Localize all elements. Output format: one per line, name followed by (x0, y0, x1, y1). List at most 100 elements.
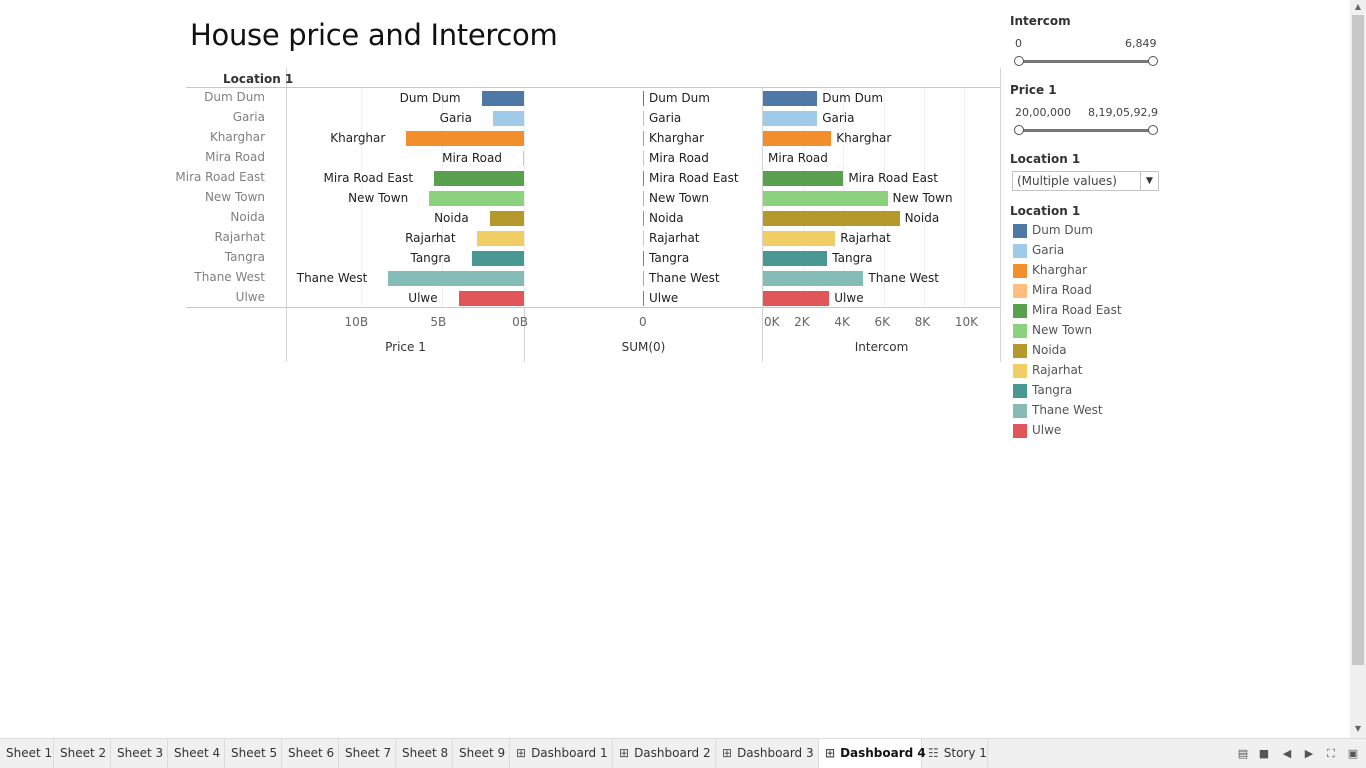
price-filter-max: 8,19,05,92,98 (1088, 106, 1159, 119)
data-label: New Town (348, 191, 409, 205)
bar (763, 91, 818, 106)
tab-sheet-2[interactable]: Sheet 2 (54, 739, 111, 768)
legend-swatch (1013, 304, 1027, 318)
data-label: Kharghar (649, 131, 705, 145)
tab-label: Sheet 9 (459, 746, 506, 760)
chevron-down-icon[interactable]: ▼ (1140, 172, 1158, 190)
price-slider-track[interactable] (1018, 129, 1154, 132)
tab-label: Sheet 2 (60, 746, 107, 760)
tab-sheet-6[interactable]: Sheet 6 (282, 739, 339, 768)
price-slider-max-handle[interactable] (1148, 125, 1158, 135)
legend-label: Rajarhat (1032, 363, 1083, 377)
tab-dashboard-4[interactable]: ⊞ Dashboard 4 (819, 739, 926, 768)
data-label: Garia (439, 111, 472, 125)
bar (763, 131, 832, 146)
bar (476, 231, 524, 246)
location-dropdown-value: (Multiple values) (1017, 174, 1117, 188)
bar (643, 231, 644, 246)
row-label: Tangra (224, 250, 265, 264)
tab-story-1[interactable]: ☷ Story 1 (922, 739, 988, 768)
price-slider-min-handle[interactable] (1014, 125, 1024, 135)
intercom-slider-min-handle[interactable] (1014, 56, 1024, 66)
tab-sheet-8[interactable]: Sheet 8 (396, 739, 453, 768)
bar (429, 191, 524, 206)
x-tick-label: 4K (834, 315, 850, 329)
tab-label: Sheet 4 (174, 746, 221, 760)
bar (471, 251, 524, 266)
show-tabs-icon[interactable]: ■ (1257, 747, 1271, 761)
tab-sheet-3[interactable]: Sheet 3 (111, 739, 168, 768)
legend-label: Kharghar (1032, 263, 1088, 277)
data-label: Thane West (296, 271, 368, 285)
tab-dashboard-2[interactable]: ⊞ Dashboard 2 (613, 739, 716, 768)
bar (763, 111, 818, 126)
legend-label: Ulwe (1032, 423, 1062, 437)
legend-swatch (1013, 324, 1027, 338)
intercom-filter-min: 0 (1015, 37, 1022, 50)
intercom-slider-track[interactable] (1018, 60, 1154, 63)
data-label: Tangra (649, 251, 690, 265)
legend-swatch (1013, 244, 1027, 258)
next-sheet-icon[interactable]: ▶ (1302, 747, 1316, 761)
bar (388, 271, 524, 286)
row-header-title: Location 1 (223, 72, 294, 86)
legend-label: Garia (1032, 243, 1065, 257)
bar (763, 291, 830, 306)
data-label: New Town (649, 191, 710, 205)
tab-label: Dashboard 4 (840, 746, 926, 760)
tab-sheet-9[interactable]: Sheet 9 (453, 739, 510, 768)
bar (406, 131, 524, 146)
dashboard-icon: ⊞ (722, 746, 733, 760)
row-label: Garia (232, 110, 265, 124)
intercom-slider-max-handle[interactable] (1148, 56, 1158, 66)
x-tick-label: 6K (874, 315, 891, 329)
legend-label: Mira Road East (1032, 303, 1122, 317)
legend-swatch (1013, 344, 1027, 358)
data-label: Noida (649, 211, 684, 225)
legend-title: Location 1 (1010, 204, 1081, 218)
data-label: Noida (434, 211, 469, 225)
legend-label: New Town (1032, 323, 1093, 337)
data-label: Ulwe (834, 291, 864, 305)
axis-title-intercom: Intercom (854, 340, 909, 354)
bar (763, 191, 888, 206)
legend-label: Noida (1032, 343, 1067, 357)
data-label: Kharghar (330, 131, 386, 145)
row-label: Kharghar (209, 130, 265, 144)
tab-sheet-7[interactable]: Sheet 7 (339, 739, 396, 768)
fullscreen-icon[interactable]: ⛶ (1324, 747, 1338, 761)
location-dropdown[interactable]: (Multiple values) ▼ (1012, 171, 1159, 191)
data-label: Thane West (649, 271, 720, 285)
x-tick-label: 10B (344, 315, 369, 329)
bar (763, 271, 864, 286)
tab-sheet-1[interactable]: Sheet 1 (0, 739, 54, 768)
scrollbar-thumb[interactable] (1352, 15, 1364, 665)
bar (643, 251, 644, 266)
bar (523, 151, 524, 166)
data-label: Garia (649, 111, 682, 125)
price-filter-min: 20,00,000 (1015, 106, 1071, 119)
gridline (963, 88, 965, 307)
show-filmstrip-icon[interactable]: ▤ (1236, 747, 1250, 761)
legend-label: Thane West (1032, 403, 1103, 417)
data-label: Mira Road (442, 151, 502, 165)
scroll-up-icon[interactable]: ▲ (1350, 0, 1366, 14)
dashboard-icon: ⊞ (825, 746, 836, 760)
tab-dashboard-1[interactable]: ⊞ Dashboard 1 (510, 739, 613, 768)
data-label: Noida (904, 211, 940, 225)
tab-sheet-4[interactable]: Sheet 4 (168, 739, 225, 768)
tab-sheet-5[interactable]: Sheet 5 (225, 739, 282, 768)
tab-dashboard-3[interactable]: ⊞ Dashboard 3 (716, 739, 819, 768)
presentation-mode-icon[interactable]: ▣ (1346, 747, 1360, 761)
data-label: Mira Road East (848, 171, 938, 185)
data-label: Mira Road East (323, 171, 414, 185)
tab-label: Dashboard 1 (531, 746, 608, 760)
bar (763, 251, 828, 266)
bar (481, 91, 524, 106)
vertical-scrollbar[interactable]: ▲ ▼ (1350, 0, 1366, 738)
tab-label: Story 1 (943, 746, 987, 760)
prev-sheet-icon[interactable]: ◀ (1280, 747, 1294, 761)
bar (643, 91, 644, 106)
scroll-down-icon[interactable]: ▼ (1350, 722, 1366, 736)
tab-label: Sheet 6 (288, 746, 335, 760)
